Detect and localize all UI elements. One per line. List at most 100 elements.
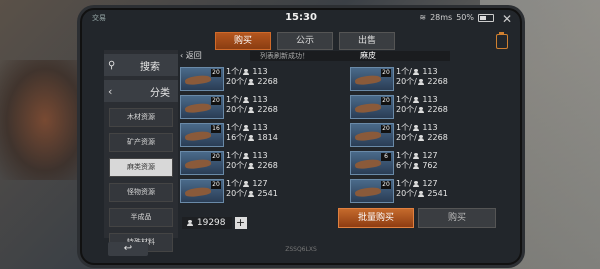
coin-icon <box>242 69 249 75</box>
currency-display: 19298 + <box>182 217 247 229</box>
clipboard-icon[interactable] <box>496 32 508 49</box>
unit-price: 113 <box>252 123 268 132</box>
unit-qty: 1个/ <box>396 151 412 160</box>
tab-announcement[interactable]: 公示 <box>277 32 333 50</box>
stack-price: 2268 <box>427 77 448 86</box>
coin-icon <box>412 181 419 187</box>
unit-price: 127 <box>422 151 438 160</box>
unit-qty: 1个/ <box>226 95 242 104</box>
category-semi-finished[interactable]: 半成品 <box>109 208 173 227</box>
item-thumbnail[interactable]: 20 <box>350 95 394 119</box>
breadcrumb: 麻皮 <box>360 51 376 60</box>
stack-badge: 20 <box>211 181 221 189</box>
coin-icon <box>412 97 419 103</box>
item-thumbnail[interactable]: 20 <box>180 151 224 175</box>
currency-value: 19298 <box>196 218 226 228</box>
listing-item[interactable]: 16 1个/ 113 16个/ 1814 <box>180 123 340 147</box>
refresh-toast: 列表刷新成功！ <box>260 52 309 60</box>
category-hemp[interactable]: 麻类资源 <box>109 158 173 177</box>
currency-box: 19298 <box>182 217 232 229</box>
unit-price: 113 <box>422 123 438 132</box>
stack-badge: 6 <box>381 153 391 161</box>
listing-item[interactable]: 20 1个/ 127 20个/ 2541 <box>350 179 510 203</box>
buy-button[interactable]: 购买 <box>418 208 496 228</box>
unit-qty: 1个/ <box>226 151 242 160</box>
listing-info: 1个/ 127 6个/ 762 <box>396 151 438 171</box>
listing-grid: 20 1个/ 113 20个/ 2268 20 1个/ 113 20个/ 226… <box>180 65 510 210</box>
category-toggle[interactable]: ‹ 分类 <box>104 80 178 102</box>
coin-icon <box>187 220 193 226</box>
stack-qty: 6个/ <box>396 161 412 170</box>
category-mineral[interactable]: 矿产资源 <box>109 133 173 152</box>
coin-icon <box>412 163 419 169</box>
coin-icon <box>412 125 419 131</box>
battery-icon <box>478 13 494 22</box>
stack-qty: 20个/ <box>396 189 417 198</box>
unit-price: 127 <box>422 179 438 188</box>
listing-item[interactable]: 6 1个/ 127 6个/ 762 <box>350 151 510 175</box>
return-button[interactable]: ↩ <box>108 242 148 256</box>
listing-item[interactable]: 20 1个/ 113 20个/ 2268 <box>350 95 510 119</box>
coin-icon <box>247 163 254 169</box>
item-thumbnail[interactable]: 20 <box>180 179 224 203</box>
unit-price: 127 <box>252 179 268 188</box>
item-thumbnail[interactable]: 20 <box>350 67 394 91</box>
listing-item[interactable]: 20 1个/ 113 20个/ 2268 <box>350 123 510 147</box>
item-thumbnail[interactable]: 6 <box>350 151 394 175</box>
category-monster[interactable]: 怪物资源 <box>109 183 173 202</box>
stack-qty: 20个/ <box>396 105 417 114</box>
stack-badge: 20 <box>211 97 221 105</box>
stack-badge: 16 <box>211 125 221 133</box>
item-thumbnail[interactable]: 20 <box>180 67 224 91</box>
search-button[interactable]: ⚲ 搜索 <box>104 54 178 76</box>
item-thumbnail[interactable]: 20 <box>350 179 394 203</box>
stack-price: 2541 <box>257 189 278 198</box>
unit-qty: 1个/ <box>226 123 242 132</box>
hide-icon <box>184 74 212 86</box>
unit-price: 113 <box>252 67 268 76</box>
listing-item[interactable]: 20 1个/ 113 20个/ 2268 <box>180 95 340 119</box>
hide-icon <box>354 130 382 142</box>
hide-icon <box>354 186 382 198</box>
tab-buy[interactable]: 购买 <box>215 32 271 50</box>
coin-icon <box>417 191 424 197</box>
search-icon: ⚲ <box>108 59 116 71</box>
hide-icon <box>354 74 382 86</box>
listing-info: 1个/ 113 20个/ 2268 <box>226 151 278 171</box>
item-thumbnail[interactable]: 16 <box>180 123 224 147</box>
coin-icon <box>412 153 419 159</box>
stack-price: 2268 <box>257 105 278 114</box>
unit-qty: 1个/ <box>396 95 412 104</box>
category-list: 木材资源 矿产资源 麻类资源 怪物资源 半成品 特殊材料 <box>109 108 173 258</box>
listing-info: 1个/ 127 20个/ 2541 <box>226 179 278 199</box>
category-wood[interactable]: 木材资源 <box>109 108 173 127</box>
back-button[interactable]: ‹ 返回 <box>180 50 202 61</box>
tab-sell[interactable]: 出售 <box>339 32 395 50</box>
listing-item[interactable]: 20 1个/ 127 20个/ 2541 <box>180 179 340 203</box>
stack-badge: 20 <box>381 69 391 77</box>
status-bar: 交易 15:30 ≋ 28ms 50% <box>82 10 520 28</box>
listing-item[interactable]: 20 1个/ 113 20个/ 2268 <box>180 67 340 91</box>
coin-icon <box>242 125 249 131</box>
coin-icon <box>242 153 249 159</box>
item-thumbnail[interactable]: 20 <box>180 95 224 119</box>
stack-qty: 20个/ <box>226 105 247 114</box>
unit-price: 113 <box>252 151 268 160</box>
stack-qty: 16个/ <box>226 133 247 142</box>
trade-window: 交易 15:30 ≋ 28ms 50% ✕ 购买 公示 出售 ⚲ 搜索 ‹ 分类… <box>80 8 522 265</box>
listing-info: 1个/ 113 16个/ 1814 <box>226 123 278 143</box>
add-currency-button[interactable]: + <box>234 217 247 229</box>
item-thumbnail[interactable]: 20 <box>350 123 394 147</box>
stack-price: 2541 <box>427 189 448 198</box>
close-icon[interactable]: ✕ <box>500 12 514 26</box>
category-label: 分类 <box>150 87 170 99</box>
listing-info: 1个/ 113 20个/ 2268 <box>226 95 278 115</box>
coin-icon <box>242 181 249 187</box>
listing-item[interactable]: 20 1个/ 113 20个/ 2268 <box>350 67 510 91</box>
stack-badge: 20 <box>381 97 391 105</box>
listing-item[interactable]: 20 1个/ 113 20个/ 2268 <box>180 151 340 175</box>
hide-icon <box>184 102 212 114</box>
hide-icon <box>354 158 382 170</box>
search-label: 搜索 <box>140 61 160 73</box>
bulk-buy-button[interactable]: 批量购买 <box>338 208 414 228</box>
